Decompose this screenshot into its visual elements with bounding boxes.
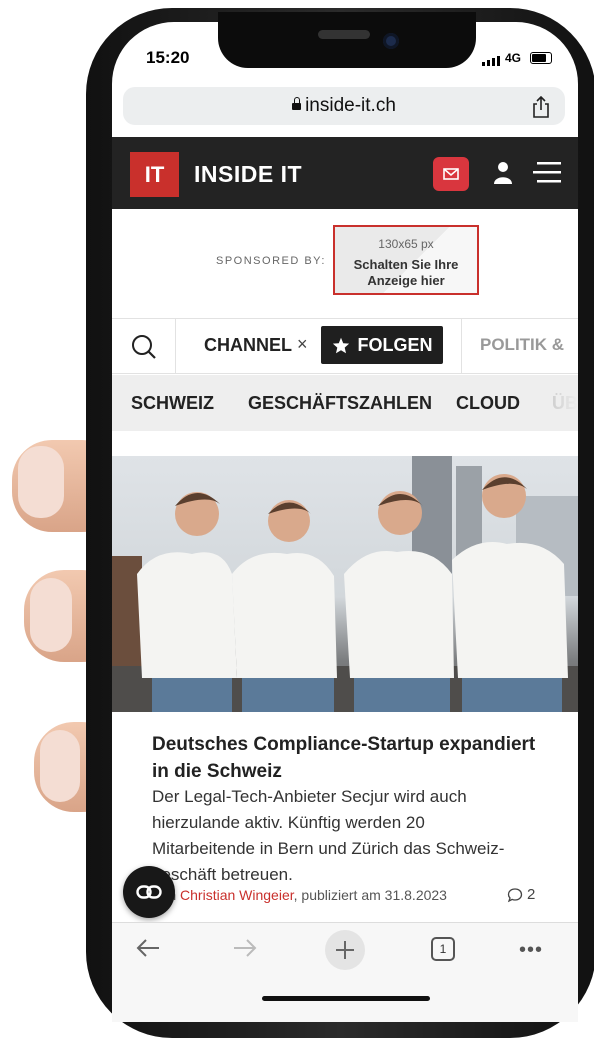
url-text: inside-it.ch bbox=[305, 95, 396, 116]
meta-date: , publiziert am 31.8.2023 bbox=[293, 887, 447, 903]
subnav-item-schweiz[interactable]: SCHWEIZ bbox=[131, 393, 214, 414]
follow-label: FOLGEN bbox=[357, 334, 433, 355]
comment-icon bbox=[507, 887, 523, 902]
battery-icon bbox=[530, 52, 552, 64]
plus-icon bbox=[336, 941, 354, 959]
newsletter-button[interactable] bbox=[433, 157, 469, 191]
more-dots-icon[interactable]: ••• bbox=[519, 939, 543, 962]
teaser-line: Der Legal-Tech-Anbieter Secjur wird auch bbox=[152, 787, 467, 806]
url-display[interactable]: inside-it.ch bbox=[123, 95, 565, 117]
finger-nail-1 bbox=[18, 446, 64, 518]
finger-nail-3 bbox=[40, 730, 80, 802]
site-logo-text[interactable]: INSIDE IT bbox=[194, 161, 302, 188]
mail-icon bbox=[443, 168, 459, 180]
team-photo bbox=[112, 456, 578, 712]
subnav-item-cloud[interactable]: CLOUD bbox=[456, 393, 520, 414]
subnav-fade bbox=[536, 375, 578, 431]
close-channel-icon[interactable]: × bbox=[297, 334, 308, 355]
comment-count[interactable]: 2 bbox=[507, 886, 535, 903]
channel-label: CHANNEL bbox=[204, 335, 292, 355]
article-image[interactable] bbox=[112, 456, 578, 712]
forward-arrow-icon[interactable] bbox=[232, 936, 258, 960]
ad-line-1: Schalten Sie Ihre bbox=[353, 257, 459, 272]
search-icon bbox=[132, 335, 156, 359]
tabs-button[interactable]: 1 bbox=[431, 937, 455, 961]
site-logo-mark[interactable]: IT bbox=[130, 152, 179, 197]
lock-icon bbox=[292, 97, 302, 110]
channel-tab-politik[interactable]: POLITIK & bbox=[480, 335, 564, 355]
article-title[interactable]: Deutsches Compliance-Startup expandiert … bbox=[152, 731, 552, 785]
ad-placeholder[interactable]: 130x65 px Schalten Sie Ihre Anzeige hier bbox=[333, 225, 479, 295]
teaser-line: Mitarbeitende in Bern und Zürich das Sch… bbox=[152, 839, 505, 858]
back-arrow-icon[interactable] bbox=[135, 936, 161, 960]
home-indicator bbox=[262, 996, 430, 1001]
hamburger-icon[interactable] bbox=[533, 160, 561, 186]
follow-button[interactable]: FOLGEN bbox=[321, 326, 443, 364]
subnav-item-geschaeftszahlen[interactable]: GESCHÄFTSZAHLEN bbox=[248, 393, 432, 414]
share-icon[interactable] bbox=[531, 96, 551, 118]
network-type: 4G bbox=[505, 51, 522, 65]
ad-size-text: 130x65 px bbox=[378, 237, 434, 251]
search-button[interactable] bbox=[112, 318, 176, 374]
phone-notch bbox=[218, 12, 476, 68]
author-link[interactable]: Christian Wingeier bbox=[180, 887, 294, 903]
finger-nail-2 bbox=[30, 578, 72, 652]
status-time: 15:20 bbox=[146, 48, 190, 67]
signal-icon bbox=[482, 56, 500, 66]
channel-divider bbox=[461, 318, 462, 374]
article-teaser: Der Legal-Tech-Anbieter Secjur wird auch… bbox=[152, 784, 552, 888]
comment-count-value: 2 bbox=[527, 886, 536, 903]
link-icon bbox=[136, 885, 162, 899]
ad-line-2: Anzeige hier bbox=[367, 273, 445, 288]
teaser-line: geschäft betreuen. bbox=[152, 865, 293, 884]
teaser-line: hierzulande aktiv. Künftig werden 20 bbox=[152, 813, 425, 832]
front-camera bbox=[383, 33, 399, 49]
new-tab-button[interactable] bbox=[325, 930, 365, 970]
user-icon[interactable] bbox=[492, 160, 514, 186]
copy-link-button[interactable] bbox=[123, 866, 175, 918]
phone-speaker bbox=[318, 30, 370, 39]
star-icon bbox=[332, 337, 349, 353]
sponsor-label: SPONSORED BY: bbox=[216, 255, 326, 267]
